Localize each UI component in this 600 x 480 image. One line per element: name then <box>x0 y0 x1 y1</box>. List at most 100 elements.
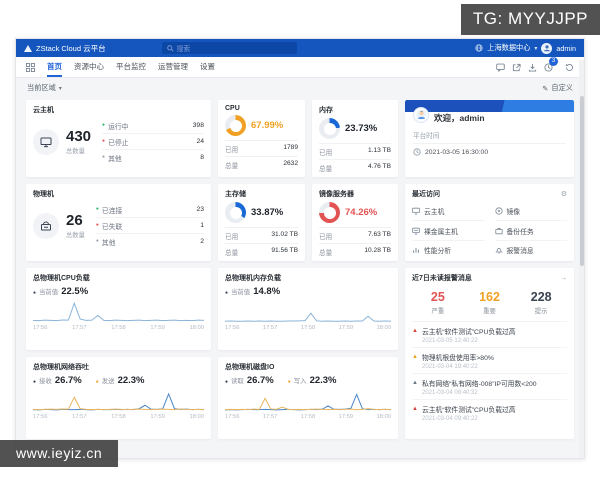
recent-access-card: 最近访问 ⚙ 云主机 镜像 裸金属主机 备份任务 性能分析 报警消息 <box>405 184 574 261</box>
region-selector[interactable]: 当前区域 <box>27 83 56 93</box>
topbar: ZStack Cloud 云平台 搜索 上海数据中心 ▾ admin <box>16 39 584 57</box>
vm-card-title: 云主机 <box>33 107 54 114</box>
memory-load-chart-card: 总物理机内存负载 ● 当前值 14.8% 17:56 17:57 17:58 17:5… <box>218 268 398 350</box>
alerts-info[interactable]: 228 提示 <box>515 290 567 315</box>
alert-item[interactable]: ▲ 云主机“软件测试”CPU负载过高 2021-03-05 12:40:22 <box>412 321 567 347</box>
primary-storage-title: 主存储 <box>225 191 246 198</box>
alert-item[interactable]: ▲ 物理机根盘使用率>80% 2021-03-04 19:40:22 <box>412 347 567 373</box>
memory-load-chart-title: 总物理机内存负载 <box>225 275 281 282</box>
alert-item[interactable]: ▲ 云主机“软件测试”CPU负载过高 2021-03-04 09:40:22 <box>412 399 567 425</box>
pencil-icon: ✎ <box>542 83 549 93</box>
vm-total-label: 总数量 <box>66 147 85 155</box>
legend-current: ● 当前值 22.5% <box>33 286 89 297</box>
cpu-percent: 67.99% <box>251 120 284 131</box>
platform-time-label: 平台时间 <box>413 133 440 140</box>
history-icon[interactable] <box>565 63 574 72</box>
platform-time-value: 2021-03-05 16:30:00 <box>425 148 489 156</box>
status-dot: ● <box>95 222 99 229</box>
datacenter-selector[interactable]: 上海数据中心 <box>487 43 530 53</box>
scrollbar-track[interactable] <box>579 60 584 458</box>
warning-triangle-icon: ▲ <box>412 328 418 334</box>
alerts-card: 近7日未读报警消息 → 25 严重 162 重要 228 提示 ▲ 云主机“软件… <box>405 268 574 439</box>
recent-item-image[interactable]: 镜像 <box>494 202 567 222</box>
recent-item-vm[interactable]: 云主机 <box>412 202 485 222</box>
host-stats: ● 已连接 23 ● 已失联 1 ● 其他 2 <box>95 202 204 250</box>
vm-total: 430 <box>66 128 92 146</box>
host-total-block: 26 总数量 <box>66 213 85 239</box>
vm-monitor-icon <box>33 128 59 155</box>
main-nav: 首页 资源中心 平台监控 运营管理 设置 3 <box>16 56 584 78</box>
cpu-load-chart-title: 总物理机CPU负载 <box>33 275 90 282</box>
vm-stat-stopped[interactable]: ● 已停止 24 <box>102 134 204 151</box>
export-icon[interactable] <box>512 63 521 72</box>
tab-operations[interactable]: 运营管理 <box>158 57 188 77</box>
alert-time: 2021-03-04 08:40:32 <box>422 390 478 396</box>
search-input[interactable]: 搜索 <box>161 42 297 54</box>
globe-icon <box>475 44 483 52</box>
disk-io-chart-card: 总物理机磁盘IO ● 读取 26.7% ● 写入 22.3% 17:56 17:… <box>218 357 398 439</box>
bell-icon <box>494 246 503 254</box>
chevron-down-icon: ▾ <box>58 85 62 92</box>
clock-icon <box>413 148 421 156</box>
network-sparkline <box>33 388 204 413</box>
x-axis-ticks: 17:56 17:57 17:58 17:59 18:00 <box>33 325 204 331</box>
recent-item-performance[interactable]: 性能分析 <box>412 241 485 259</box>
scrollbar-thumb[interactable] <box>579 96 584 266</box>
recent-item-backup[interactable]: 备份任务 <box>494 221 567 241</box>
status-dot: ● <box>102 138 106 145</box>
tab-home[interactable]: 首页 <box>47 57 62 77</box>
vm-stat-other[interactable]: ● 其他 8 <box>102 150 204 165</box>
vm-card: 云主机 430 总数量 ● 运行中 398 ● 已停止 24 ● 其他 8 <box>26 100 211 177</box>
search-icon <box>166 44 174 52</box>
alerts-major[interactable]: 162 重要 <box>464 290 516 315</box>
legend-send: ● 发送 22.3% <box>95 375 145 386</box>
cpu-load-chart-card: 总物理机CPU负载 ● 当前值 22.5% 17:56 17:57 17:58 17:… <box>26 268 211 350</box>
tab-platform-monitor[interactable]: 平台监控 <box>116 57 146 77</box>
username-label[interactable]: admin <box>556 44 576 53</box>
tab-resource-center[interactable]: 资源中心 <box>74 57 104 77</box>
task-count-badge[interactable]: 3 <box>549 56 558 66</box>
brand-title: ZStack Cloud 云平台 <box>36 43 106 53</box>
welcome-card: 欢迎，admin 平台时间 2021-03-05 16:30:00 <box>405 100 574 177</box>
disk-io-chart-title: 总物理机磁盘IO <box>225 364 275 371</box>
cpu-card-title: CPU <box>225 105 240 112</box>
alerts-title: 近7日未读报警消息 <box>412 275 472 282</box>
alert-item[interactable]: ▲ 私有网络“私有网络-008”IP可用数<200 2021-03-04 08:4… <box>412 373 567 399</box>
alerts-critical[interactable]: 25 严重 <box>412 290 464 315</box>
chevron-down-icon: ▾ <box>534 45 538 52</box>
image-server-card: 镜像服务器 74.26% 已用 7.63 TB 总量 10.28 TB <box>312 184 398 261</box>
tab-settings[interactable]: 设置 <box>200 57 215 77</box>
legend-current: ● 当前值 14.8% <box>225 286 281 297</box>
customize-button[interactable]: ✎ 自定义 <box>542 83 573 93</box>
legend-read: ● 读取 26.7% <box>225 375 274 386</box>
image-server-title: 镜像服务器 <box>319 191 354 198</box>
vm-stat-running[interactable]: ● 运行中 398 <box>102 118 204 135</box>
status-dot: ● <box>102 154 106 161</box>
host-stat-disconnected[interactable]: ● 已失联 1 <box>95 218 204 235</box>
platform-time-row: 2021-03-05 16:30:00 <box>413 143 566 160</box>
x-axis-ticks: 17:56 17:57 17:58 17:59 18:00 <box>225 325 391 331</box>
dashboard-grid: 云主机 430 总数量 ● 运行中 398 ● 已停止 24 ● 其他 8 CP… <box>16 98 584 449</box>
message-icon[interactable] <box>496 63 505 72</box>
subheader: 当前区域 ▾ ✎ 自定义 <box>16 78 584 98</box>
recent-item-baremetal[interactable]: 裸金属主机 <box>412 221 485 241</box>
monitor-icon <box>412 207 420 215</box>
import-icon[interactable] <box>528 63 537 72</box>
image-server-percent: 74.26% <box>345 207 378 218</box>
gear-icon[interactable]: ⚙ <box>561 190 567 198</box>
network-chart-card: 总物理机网络吞吐 ● 接收 26.7% ● 发送 22.3% 17:56 17:… <box>26 357 211 439</box>
warning-triangle-icon: ▲ <box>412 406 418 412</box>
host-stat-connected[interactable]: ● 已连接 23 <box>95 202 204 219</box>
host-stat-other[interactable]: ● 其他 2 <box>96 234 204 249</box>
x-axis-ticks: 17:56 17:57 17:58 17:59 18:00 <box>33 414 204 420</box>
primary-storage-donut-gauge <box>225 202 246 223</box>
arrow-right-icon[interactable]: → <box>560 275 567 282</box>
memory-card: 内存 23.73% 已用 1.13 TB 总量 4.76 TB <box>312 100 398 177</box>
tasks-progress-icon[interactable]: 3 <box>544 56 558 72</box>
welcome-greeting: 欢迎，admin <box>434 113 485 123</box>
storage-used-row: 已用 31.02 TB <box>225 227 298 243</box>
user-avatar[interactable] <box>541 42 553 54</box>
recent-item-alarm[interactable]: 报警消息 <box>494 241 568 259</box>
cpu-used-row: 已用 1789 <box>225 140 298 156</box>
apps-grid-icon[interactable] <box>26 62 35 72</box>
